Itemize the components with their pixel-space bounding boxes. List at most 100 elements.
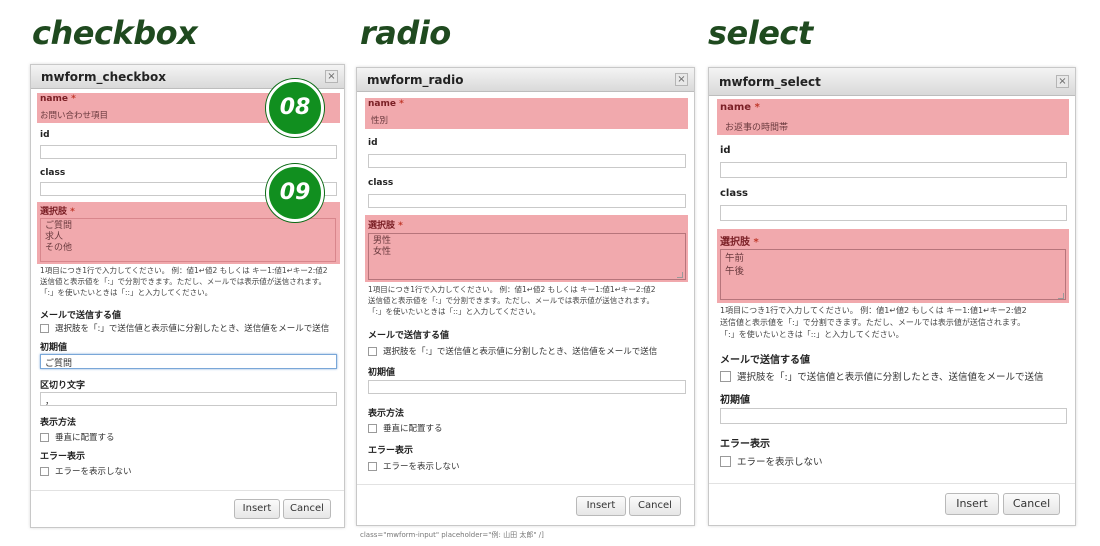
initial-value-label: 初期値 — [720, 395, 750, 406]
option-line: その他 — [45, 243, 73, 253]
resize-handle[interactable] — [677, 272, 683, 278]
dialog-titlebar: mwform_radio — [357, 68, 694, 92]
mail-value-label: メールで送信する値 — [368, 331, 450, 341]
checkbox[interactable] — [40, 466, 49, 476]
footer-divider — [709, 483, 1075, 484]
vertical-checkbox-row[interactable]: 垂直に配置する — [40, 431, 115, 443]
initial-value-label: 初期値 — [40, 343, 68, 353]
checkbox[interactable] — [720, 370, 731, 382]
class-label: class — [720, 188, 749, 199]
mail-value-checkbox-row[interactable]: 選択肢を「:」で送信値と表示値に分割したとき、送信値をメールで送信 — [720, 369, 1044, 383]
separator-input[interactable]: ， — [40, 392, 337, 407]
mail-value-label: メールで送信する値 — [40, 311, 122, 321]
class-label: class — [368, 178, 394, 188]
error-display-label: エラー表示 — [368, 446, 414, 456]
option-line: 午前 — [725, 253, 745, 264]
footer-divider — [357, 484, 694, 485]
mail-value-checkbox-row[interactable]: 選択肢を「:」で送信値と表示値に分割したとき、送信値をメールで送信 — [40, 322, 329, 334]
id-input[interactable] — [720, 162, 1067, 178]
dialog-title: mwform_select — [719, 75, 821, 89]
checkbox-label: エラーを表示しない — [737, 457, 823, 468]
id-input[interactable] — [368, 154, 686, 168]
close-icon[interactable]: × — [1056, 75, 1069, 88]
initial-value-label: 初期値 — [368, 368, 396, 378]
separator-label: 区切り文字 — [40, 381, 86, 391]
options-label: 選択肢 — [40, 207, 68, 217]
close-icon[interactable]: × — [675, 73, 688, 86]
options-textarea[interactable]: 男性 女性 — [368, 233, 686, 280]
id-label: id — [720, 145, 731, 156]
error-display-label: エラー表示 — [40, 452, 86, 462]
required-mark: * — [753, 237, 759, 248]
options-label: 選択肢 — [720, 237, 750, 248]
checkbox[interactable] — [40, 323, 49, 333]
name-field-row: name * 性別 — [365, 98, 688, 129]
radio-dialog: mwform_radio × name * 性別 id class 選択肢 * … — [356, 67, 695, 526]
checkbox[interactable] — [368, 461, 377, 471]
error-display-label: エラー表示 — [720, 439, 770, 450]
options-textarea[interactable]: 午前 午後 — [720, 249, 1066, 300]
insert-button[interactable]: Insert — [234, 499, 280, 519]
initial-value-input[interactable] — [368, 380, 686, 394]
options-help-text: 1項目につき1行で入力してください。 例：値1↵値2 もしくは キー1:値1↵キ… — [720, 306, 1027, 339]
option-line: 女性 — [373, 247, 392, 257]
checkbox-label: 選択肢を「:」で送信値と表示値に分割したとき、送信値をメールで送信 — [737, 372, 1044, 383]
section-title-checkbox: checkbox — [32, 14, 198, 52]
name-label: name — [40, 94, 68, 104]
select-dialog: mwform_select × name * お返事の時間帯 id class … — [708, 67, 1076, 526]
id-input[interactable] — [40, 145, 337, 159]
resize-handle[interactable] — [1058, 293, 1064, 299]
options-field-row: 選択肢 * 午前 午後 — [717, 229, 1069, 303]
vertical-checkbox-row[interactable]: 垂直に配置する — [368, 422, 443, 434]
name-input[interactable]: お問い合わせ項目 — [40, 109, 108, 121]
checkbox-label: 垂直に配置する — [55, 433, 115, 443]
checkbox-label: 選択肢を「:」で送信値と表示値に分割したとき、送信値をメールで送信 — [55, 324, 330, 334]
initial-value-input[interactable]: ご質問 — [40, 354, 337, 369]
option-line: ご質問 — [45, 221, 73, 231]
error-checkbox-row[interactable]: エラーを表示しない — [368, 460, 460, 472]
section-title-select: select — [708, 14, 813, 52]
class-label: class — [40, 168, 66, 178]
checkbox[interactable] — [368, 423, 377, 433]
options-help-text: 1項目につき1行で入力してください。 例：値1↵値2 もしくは キー1:値1↵キ… — [40, 266, 328, 297]
checkbox[interactable] — [40, 432, 49, 442]
checkbox[interactable] — [368, 346, 377, 356]
step-badge-08: 08 — [266, 79, 324, 137]
name-input[interactable]: 性別 — [371, 114, 388, 126]
option-line: 午後 — [725, 266, 745, 277]
dialog-title: mwform_radio — [367, 73, 464, 87]
checkbox[interactable] — [720, 455, 731, 467]
close-icon[interactable]: × — [325, 70, 338, 83]
cancel-button[interactable]: Cancel — [283, 499, 331, 519]
options-label: 選択肢 — [368, 221, 396, 231]
option-line: 求人 — [45, 232, 64, 242]
mail-value-label: メールで送信する値 — [720, 355, 810, 366]
insert-button[interactable]: Insert — [945, 493, 999, 515]
error-checkbox-row[interactable]: エラーを表示しない — [40, 465, 132, 477]
section-title-radio: radio — [360, 14, 451, 52]
insert-button[interactable]: Insert — [576, 496, 626, 516]
id-label: id — [368, 138, 378, 148]
initial-value-input[interactable] — [720, 408, 1067, 424]
cancel-button[interactable]: Cancel — [629, 496, 681, 516]
dialog-title: mwform_checkbox — [41, 70, 166, 84]
checkbox-label: 垂直に配置する — [383, 424, 443, 434]
checkbox-label: エラーを表示しない — [383, 462, 460, 472]
option-line: 男性 — [373, 236, 392, 246]
options-textarea[interactable]: ご質問 求人 その他 — [40, 218, 336, 262]
name-field-row: name * お返事の時間帯 — [717, 99, 1069, 135]
class-input[interactable] — [368, 194, 686, 208]
id-label: id — [40, 130, 50, 140]
name-label: name — [720, 102, 752, 113]
mail-value-checkbox-row[interactable]: 選択肢を「:」で送信値と表示値に分割したとき、送信値をメールで送信 — [368, 345, 657, 357]
name-label: name — [368, 99, 396, 109]
required-mark: * — [71, 94, 76, 104]
cancel-button[interactable]: Cancel — [1003, 493, 1060, 515]
display-method-label: 表示方法 — [40, 418, 77, 428]
options-field-row: 選択肢 * 男性 女性 — [365, 215, 688, 282]
name-input[interactable]: お返事の時間帯 — [725, 120, 788, 133]
class-input[interactable] — [720, 205, 1067, 221]
error-checkbox-row[interactable]: エラーを表示しない — [720, 454, 823, 468]
options-help-text: 1項目につき1行で入力してください。 例：値1↵値2 もしくは キー1:値1↵キ… — [368, 285, 656, 316]
checkbox-label: エラーを表示しない — [55, 467, 132, 477]
